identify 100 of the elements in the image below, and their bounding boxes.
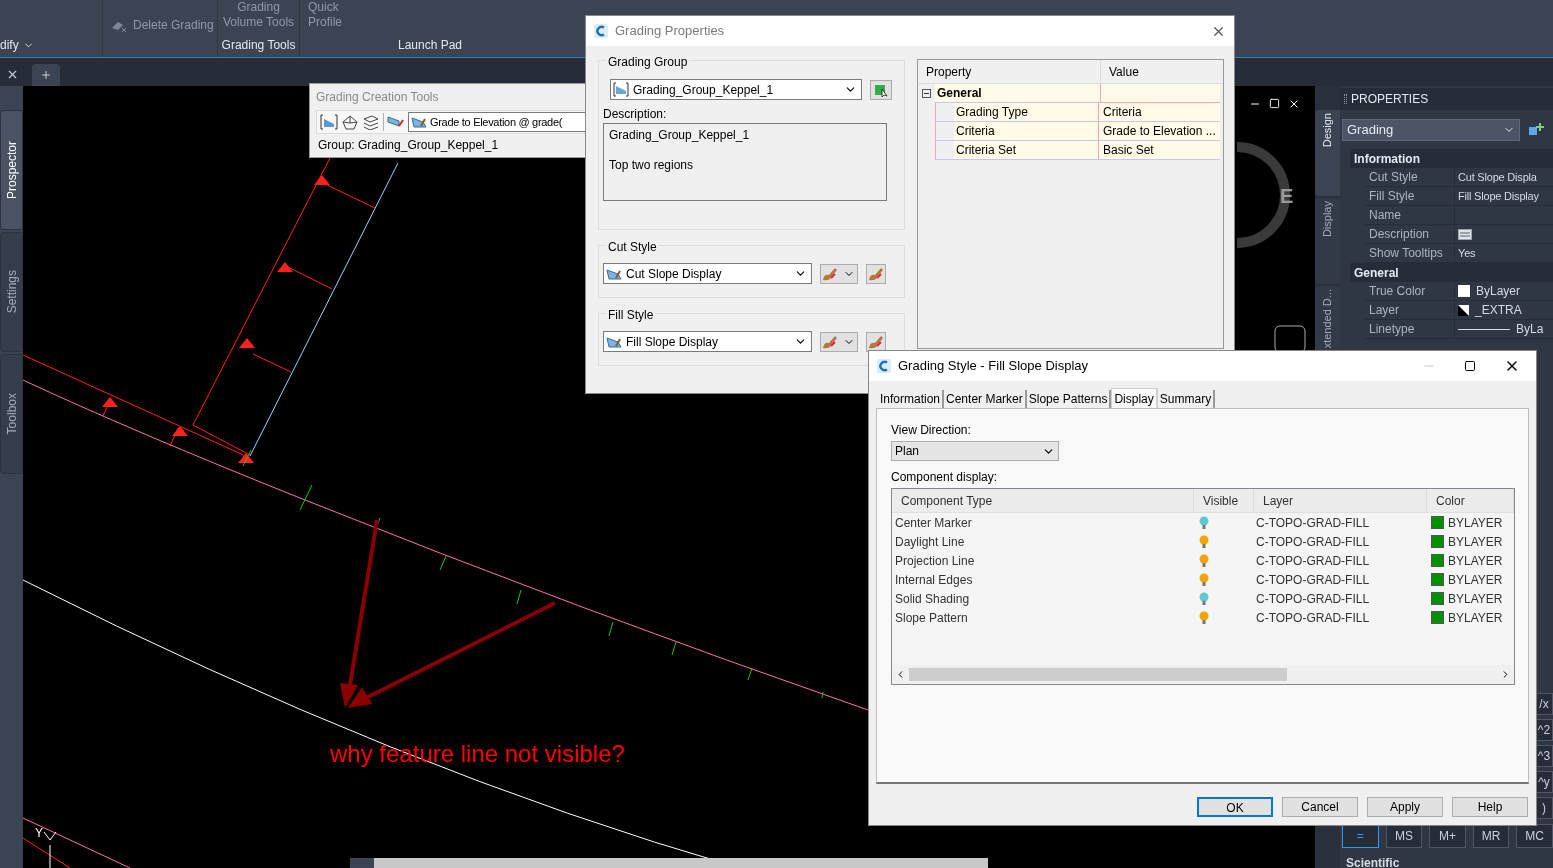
horizontal-scrollbar[interactable] [892,665,1514,684]
column-header[interactable]: Visible [1194,489,1254,512]
collapse-icon[interactable] [922,89,931,98]
light-bulb-icon[interactable] [1199,554,1209,567]
style-select[interactable]: Fill Slope Display [603,331,812,352]
calculator-key[interactable]: MR [1472,824,1510,848]
property-label: Linetype [1365,320,1455,338]
property-value[interactable]: Basic Set [1099,141,1220,159]
property-value: ByLayer [1476,283,1521,300]
light-bulb-icon[interactable] [1199,535,1209,548]
tab[interactable]: Display [1111,388,1158,408]
panel-label[interactable]: dify [0,36,102,54]
description-line: Top two regions [609,157,695,174]
dialog-button[interactable]: OK [1197,797,1273,817]
color-swatch[interactable] [1431,535,1444,548]
column-header[interactable]: Color [1427,489,1514,512]
tab[interactable]: Slope Patterns [1026,390,1112,408]
light-bulb-icon[interactable] [1199,516,1209,529]
dialog-button[interactable]: Cancel [1282,797,1358,817]
property-name: Grading Type [954,103,1099,121]
grading-group-icon [613,82,629,97]
table-cell-text: C-TOPO-GRAD-FILL [1255,590,1371,608]
column-header[interactable]: Component Type [892,489,1194,512]
field-label: Description: [603,106,668,123]
color-swatch[interactable] [1431,611,1444,624]
slope-style-icon [411,115,427,129]
palette-tab[interactable]: Prospector [0,110,23,230]
restore-icon[interactable] [1269,98,1280,109]
palette-tab[interactable]: Design [1315,110,1340,196]
table-cell-text: BYLAYER [1448,571,1503,589]
layers-icon[interactable] [362,114,380,130]
table-cell-text: Center Marker [894,514,973,532]
light-bulb-icon[interactable] [1199,573,1209,586]
calculator-key[interactable]: = [1342,824,1379,848]
style-details-button[interactable] [866,331,886,352]
maximize-icon[interactable] [1464,360,1476,372]
object-type-select[interactable]: Grading [1342,119,1520,141]
brush-icon [867,333,885,350]
tab[interactable]: Center Marker [944,390,1027,408]
horizontal-scrollbar[interactable] [350,858,988,868]
tab[interactable]: Summary [1157,390,1216,408]
group-action-button[interactable] [870,79,892,100]
brush-icon [821,333,839,350]
palette-tab[interactable]: Toolbox [0,354,23,474]
property-label: Layer [1365,301,1455,319]
style-details-button[interactable] [866,263,886,284]
property-label: Cut Style [1365,168,1455,186]
criteria-select[interactable]: Grade to Elevation @ grade( [408,112,588,132]
text-editor-icon[interactable] [1458,228,1472,240]
grading-group-select[interactable]: Grading_Group_Keppel_1 [610,79,862,100]
table-cell-text: C-TOPO-GRAD-FILL [1255,552,1371,570]
light-bulb-icon[interactable] [1199,611,1209,624]
cube-cursor-icon [874,82,888,97]
table-cell-text: Internal Edges [894,571,974,589]
field-label: Component display: [891,469,999,486]
property-value[interactable]: Grade to Elevation ... [1099,122,1220,140]
linetype-sample [1458,328,1510,330]
property-label: Fill Style [1365,187,1455,205]
color-swatch[interactable] [1431,554,1444,567]
view-direction-select[interactable]: Plan [891,441,1059,461]
table-cell-text: Projection Line [894,552,976,570]
light-bulb-icon[interactable] [1199,592,1209,605]
edit-style-button[interactable] [820,263,858,284]
app-logo-icon [877,359,891,373]
color-swatch[interactable] [1431,592,1444,605]
row-indent [935,141,954,159]
close-icon[interactable] [1288,98,1300,110]
property-value: Fill Slope Display [1458,188,1539,204]
section-header[interactable]: General [1350,263,1553,282]
property-value: _EXTRA [1475,302,1522,319]
style-select[interactable]: Cut Slope Display [603,263,812,284]
dialog-button[interactable]: Apply [1367,797,1443,817]
color-swatch[interactable] [1431,573,1444,586]
window-title: Grading Creation Tools [315,89,440,106]
criteria-icon[interactable] [387,114,405,130]
house-outline-icon[interactable] [341,114,359,130]
palette-tab[interactable]: Display [1315,198,1340,284]
calculator-key[interactable]: MC [1516,824,1553,848]
palette-tab[interactable]: Settings [0,232,23,352]
tab[interactable]: Information [878,390,945,408]
section-header[interactable]: Information [1350,149,1553,168]
field-label: View Direction: [891,422,972,439]
table-cell-text: Slope Pattern [894,609,969,627]
property-label: Description [1365,225,1455,243]
layer-icon [1458,304,1469,316]
calculator-key[interactable]: MS [1385,824,1423,848]
edit-style-button[interactable] [820,331,858,352]
color-swatch[interactable] [1431,516,1444,529]
description-field[interactable]: Grading_Group_Keppel_1 Top two regions [603,123,887,201]
column-header[interactable]: Layer [1254,489,1427,512]
table-cell-text: C-TOPO-GRAD-FILL [1255,514,1371,532]
property-name: Criteria Set [954,141,1099,159]
dialog-button[interactable]: Help [1452,797,1528,817]
calculator-key[interactable]: M+ [1429,824,1466,848]
grip-icon [1344,94,1347,104]
quick-select-icon[interactable] [1528,122,1544,138]
new-tab-button[interactable] [32,64,60,86]
property-value[interactable]: Criteria [1099,103,1220,121]
property-value: Yes [1458,245,1476,261]
axis-label: Y [35,825,43,842]
